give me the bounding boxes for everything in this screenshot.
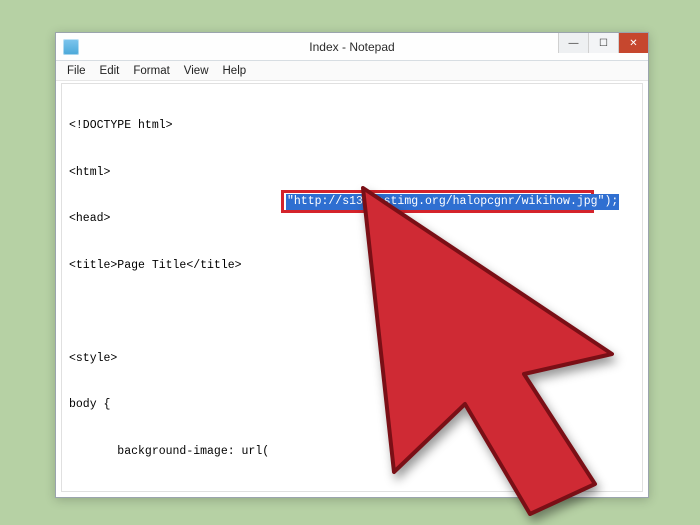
code-text: background-image: url( bbox=[69, 445, 269, 458]
code-line: <style> bbox=[69, 351, 635, 367]
text-editor[interactable]: <!DOCTYPE html> <html> <head> <title>Pag… bbox=[61, 83, 643, 492]
menu-edit[interactable]: Edit bbox=[93, 63, 127, 79]
titlebar[interactable]: Index - Notepad — ☐ ✕ bbox=[56, 33, 648, 61]
code-line: } bbox=[69, 490, 635, 492]
minimize-button[interactable]: — bbox=[558, 33, 588, 53]
window-controls: — ☐ ✕ bbox=[558, 33, 648, 53]
code-line: <html> bbox=[69, 165, 635, 181]
menu-view[interactable]: View bbox=[177, 63, 216, 79]
code-line bbox=[69, 304, 635, 320]
maximize-button[interactable]: ☐ bbox=[588, 33, 618, 53]
code-line: background-image: url( bbox=[69, 444, 635, 460]
code-line: body { bbox=[69, 397, 635, 413]
code-line: <title>Page Title</title> bbox=[69, 258, 635, 274]
notepad-window: Index - Notepad — ☐ ✕ File Edit Format V… bbox=[55, 32, 649, 498]
code-line: <!DOCTYPE html> bbox=[69, 118, 635, 134]
menu-file[interactable]: File bbox=[60, 63, 93, 79]
code-line: <head> bbox=[69, 211, 635, 227]
menu-help[interactable]: Help bbox=[216, 63, 254, 79]
close-button[interactable]: ✕ bbox=[618, 33, 648, 53]
menu-format[interactable]: Format bbox=[126, 63, 176, 79]
menubar: File Edit Format View Help bbox=[56, 61, 648, 81]
notepad-icon bbox=[63, 39, 79, 55]
selected-url-text: "http://s13.postimg.org/halopcgnr/wikiho… bbox=[286, 194, 619, 210]
